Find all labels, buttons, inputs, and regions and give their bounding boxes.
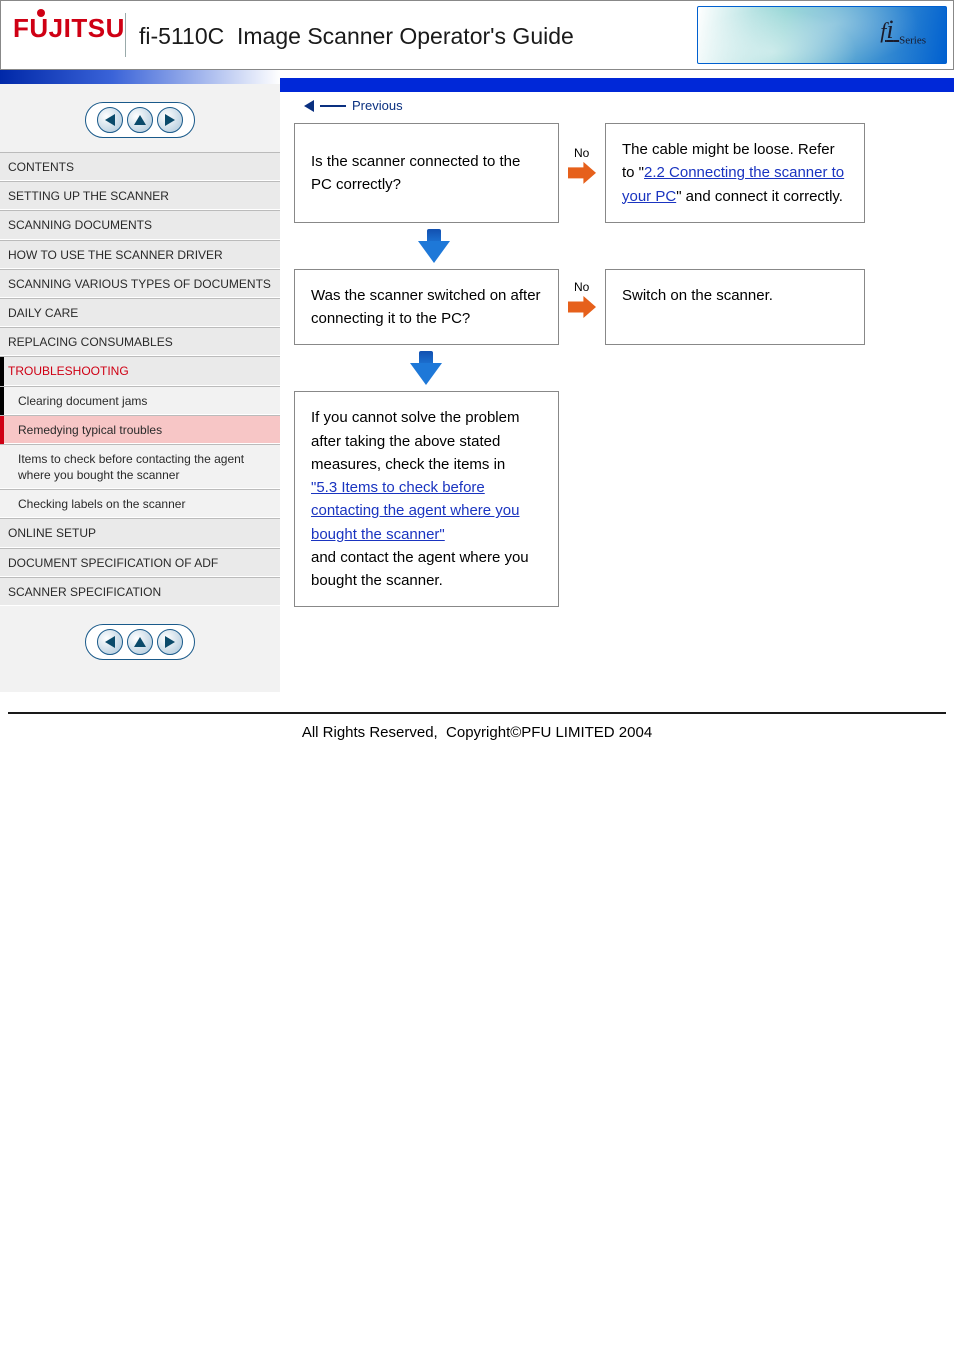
section-accent-bar: [0, 387, 4, 415]
series-badge-text: fi Series: [880, 15, 926, 46]
copyright: All Rights Reserved, Copyright©PFU LIMIT…: [0, 724, 954, 761]
back-arrow-line: [320, 105, 346, 107]
series-badge: fi Series: [697, 6, 947, 64]
nav-items-to-check[interactable]: Items to check before contacting the age…: [0, 444, 280, 489]
logo-dot-icon: [37, 9, 45, 17]
nav-remedying-troubles[interactable]: Remedying typical troubles: [0, 415, 280, 444]
nav-menu: CONTENTS SETTING UP THE SCANNER SCANNING…: [0, 152, 280, 606]
page-title: fi-5110C Image Scanner Operator's Guide: [139, 23, 574, 50]
arrow-right-icon: [568, 296, 596, 318]
sidebar: CONTENTS SETTING UP THE SCANNER SCANNING…: [0, 70, 280, 692]
nav-setting-up[interactable]: SETTING UP THE SCANNER: [0, 181, 280, 210]
arrow-right-icon: [165, 114, 175, 126]
nav-replacing-consumables[interactable]: REPLACING CONSUMABLES: [0, 327, 280, 356]
link-items-to-check[interactable]: "5.3 Items to check before contacting th…: [311, 476, 542, 546]
main-content: Previous Is the scanner connected to the…: [280, 70, 954, 692]
question-2: Was the scanner switched on after connec…: [294, 269, 559, 346]
up-button-bottom[interactable]: [127, 629, 153, 655]
arrow-right-icon: [568, 162, 596, 184]
nav-clearing-jams[interactable]: Clearing document jams: [0, 386, 280, 415]
nav-contents[interactable]: CONTENTS: [0, 152, 280, 181]
arrow-down-2: [410, 351, 442, 385]
active-accent-bar: [0, 416, 4, 444]
nav-troubleshooting-label: TROUBLESHOOTING: [8, 364, 129, 378]
answer-1: The cable might be loose. Refer to "2.2 …: [605, 123, 865, 223]
up-button[interactable]: [127, 107, 153, 133]
nav-scanner-spec[interactable]: SCANNER SPECIFICATION: [0, 577, 280, 606]
previous-button[interactable]: Previous: [304, 98, 940, 113]
nav-pill-bottom: [85, 624, 195, 660]
troubleshoot-flow: Previous Is the scanner connected to the…: [280, 98, 954, 607]
prev-button-bottom[interactable]: [97, 629, 123, 655]
nav-scanning-documents[interactable]: SCANNING DOCUMENTS: [0, 210, 280, 239]
prev-button[interactable]: [97, 107, 123, 133]
arrow-down-1: [418, 229, 450, 263]
nav-daily-care[interactable]: DAILY CARE: [0, 298, 280, 327]
nav-checking-labels[interactable]: Checking labels on the scanner: [0, 489, 280, 518]
arrow-up-icon: [134, 637, 146, 647]
no-label-2: No: [574, 280, 589, 294]
nav-doc-spec-adf[interactable]: DOCUMENT SPECIFICATION OF ADF: [0, 548, 280, 577]
back-arrow-icon: [304, 100, 314, 112]
arrow-right-1: No: [559, 123, 605, 223]
final-instruction: If you cannot solve the problem after ta…: [294, 391, 559, 607]
no-label-1: No: [574, 146, 589, 160]
footer-rule: [8, 712, 946, 714]
nav-troubleshooting[interactable]: TROUBLESHOOTING: [0, 356, 280, 385]
previous-label: Previous: [352, 98, 403, 113]
arrow-left-icon: [105, 636, 115, 648]
nav-scanning-various[interactable]: SCANNING VARIOUS TYPES OF DOCUMENTS: [0, 269, 280, 298]
arrow-right-2: No: [559, 269, 605, 346]
header-separator: [125, 13, 126, 57]
next-button-bottom[interactable]: [157, 629, 183, 655]
fujitsu-logo: FUJITSU: [13, 15, 125, 41]
next-button[interactable]: [157, 107, 183, 133]
arrow-left-icon: [105, 114, 115, 126]
nav-pill-top: [85, 102, 195, 138]
section-accent-bar: [0, 357, 4, 385]
nav-how-to-use-driver[interactable]: HOW TO USE THE SCANNER DRIVER: [0, 240, 280, 269]
answer-2: Switch on the scanner.: [605, 269, 865, 346]
arrow-right-icon: [165, 636, 175, 648]
sidebar-top-gradient: [0, 70, 280, 84]
question-1: Is the scanner connected to the PC corre…: [294, 123, 559, 223]
main-top-bar: [280, 78, 954, 92]
header: FUJITSU fi-5110C Image Scanner Operator'…: [0, 0, 954, 70]
logo-text: FUJITSU: [13, 13, 125, 43]
arrow-up-icon: [134, 115, 146, 125]
nav-online-setup[interactable]: ONLINE SETUP: [0, 518, 280, 547]
